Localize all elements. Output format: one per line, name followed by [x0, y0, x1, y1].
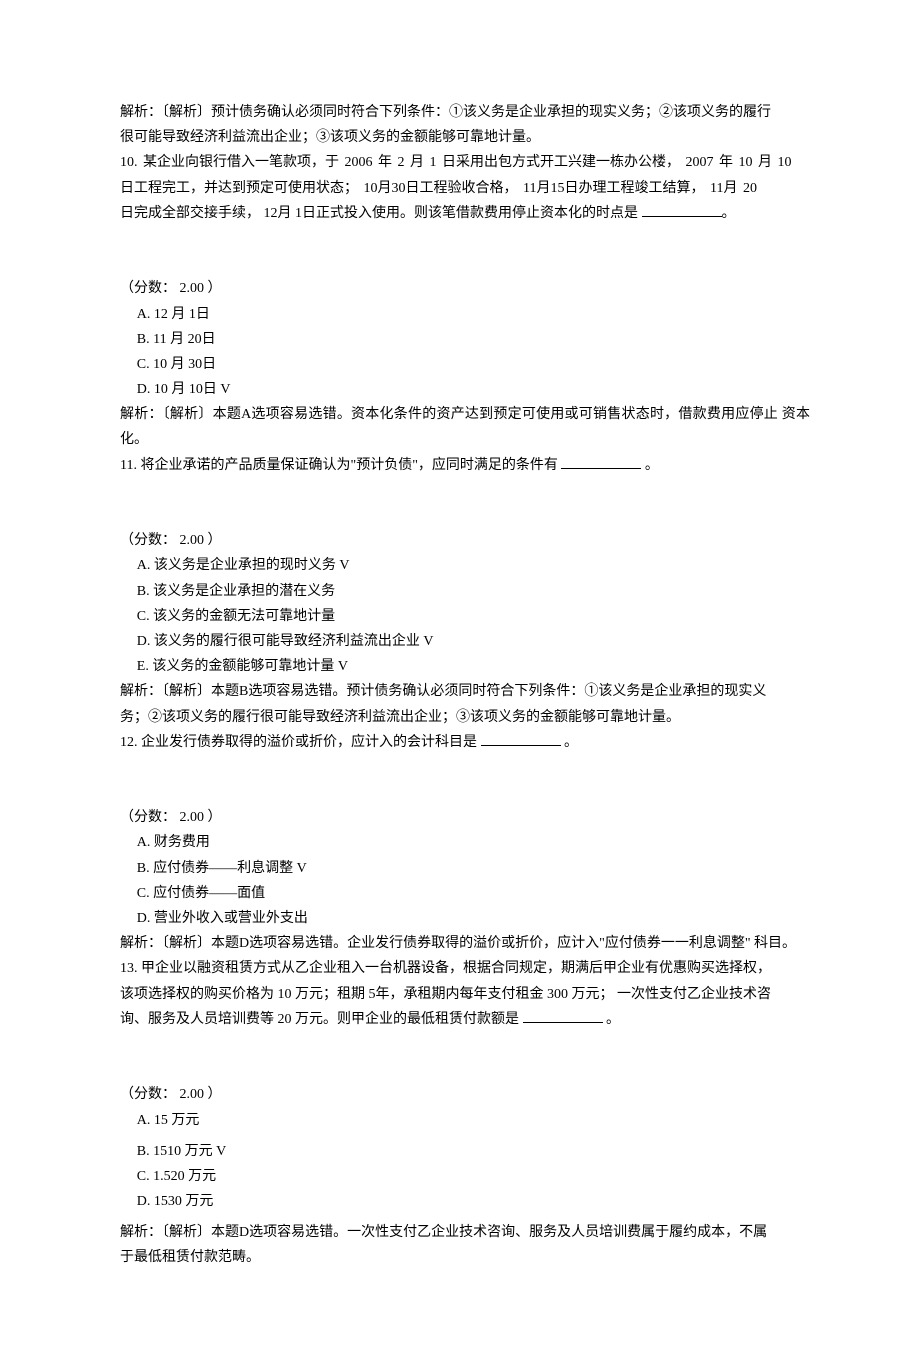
q10-stem-line1: 10. 某企业向银行借入一笔款项，于 2006 年 2 月 1 日采用出包方式开…	[120, 150, 810, 175]
q13-score: （分数： 2.00 ）	[120, 1082, 810, 1107]
q11-option-b: B. 该义务是企业承担的潜在义务	[120, 579, 810, 604]
q12-stem: 12. 企业发行债券取得的溢价或折价，应计入的会计科目是 。	[120, 730, 810, 755]
q13-analysis-line1: 解析：〔解析〕本题D选项容易选错。一次性支付乙企业技术咨询、服务及人员培训费属于…	[120, 1220, 810, 1245]
q11-analysis-line2: 务；②该项义务的履行很可能导致经济利益流出企业；③该项义务的金额能够可靠地计量。	[120, 705, 810, 730]
q10-stem-line3: 日完成全部交接手续， 12月 1日正式投入使用。则该笔借款费用停止资本化的时点是…	[120, 201, 810, 226]
q10-option-c: C. 10 月 30日	[120, 352, 810, 377]
q10-option-b: B. 11 月 20日	[120, 327, 810, 352]
q12-option-d: D. 营业外收入或营业外支出	[120, 906, 810, 931]
q10-stem-line2: 日工程完工，并达到预定可使用状态； 10月30日工程验收合格， 11月15日办理…	[120, 176, 810, 201]
q11-option-c: C. 该义务的金额无法可靠地计量	[120, 604, 810, 629]
blank-underline	[642, 202, 722, 217]
q12-analysis: 解析：〔解析〕本题D选项容易选错。企业发行债券取得的溢价或折价，应计入"应付债券…	[120, 931, 810, 956]
q12-option-b: B. 应付债券——利息调整 V	[120, 856, 810, 881]
q11-option-a: A. 该义务是企业承担的现时义务 V	[120, 553, 810, 578]
q11-option-d: D. 该义务的履行很可能导致经济利益流出企业 V	[120, 629, 810, 654]
q9-analysis-line2: 很可能导致经济利益流出企业；③该项义务的金额能够可靠地计量。	[120, 125, 810, 150]
q13-analysis-line2: 于最低租赁付款范畴。	[120, 1245, 810, 1270]
q10-score: （分数： 2.00 ）	[120, 276, 810, 301]
q13-option-a: A. 15 万元	[120, 1108, 810, 1133]
q9-analysis-line1: 解析：〔解析〕预计债务确认必须同时符合下列条件：①该义务是企业承担的现实义务；②…	[120, 100, 810, 125]
blank-underline	[561, 454, 641, 469]
q13-option-c: C. 1.520 万元	[120, 1164, 810, 1189]
blank-underline	[481, 731, 561, 746]
q13-stem-line2: 该项选择权的购买价格为 10 万元；租期 5年，承租期内每年支付租金 300 万…	[120, 982, 810, 1007]
q13-stem-line3: 询、服务及人员培训费等 20 万元。则甲企业的最低租赁付款额是 。	[120, 1007, 810, 1032]
q11-score: （分数： 2.00 ）	[120, 528, 810, 553]
q11-stem: 11. 将企业承诺的产品质量保证确认为"预计负债"，应同时满足的条件有 。	[120, 453, 810, 478]
q10-option-a: A. 12 月 1日	[120, 302, 810, 327]
q12-option-c: C. 应付债券——面值	[120, 881, 810, 906]
q13-stem-line1: 13. 甲企业以融资租赁方式从乙企业租入一台机器设备，根据合同规定，期满后甲企业…	[120, 956, 810, 981]
q11-option-e: E. 该义务的金额能够可靠地计量 V	[120, 654, 810, 679]
q13-option-b: B. 1510 万元 V	[120, 1139, 810, 1164]
q11-analysis-line1: 解析：〔解析〕本题B选项容易选错。预计债务确认必须同时符合下列条件：①该义务是企…	[120, 679, 810, 704]
q12-option-a: A. 财务费用	[120, 830, 810, 855]
blank-underline	[523, 1008, 603, 1023]
q10-analysis: 解析：〔解析〕本题A选项容易选错。资本化条件的资产达到预定可使用或可销售状态时，…	[120, 402, 810, 452]
q13-option-d: D. 1530 万元	[120, 1189, 810, 1214]
q12-score: （分数： 2.00 ）	[120, 805, 810, 830]
q10-option-d: D. 10 月 10日 V	[120, 377, 810, 402]
